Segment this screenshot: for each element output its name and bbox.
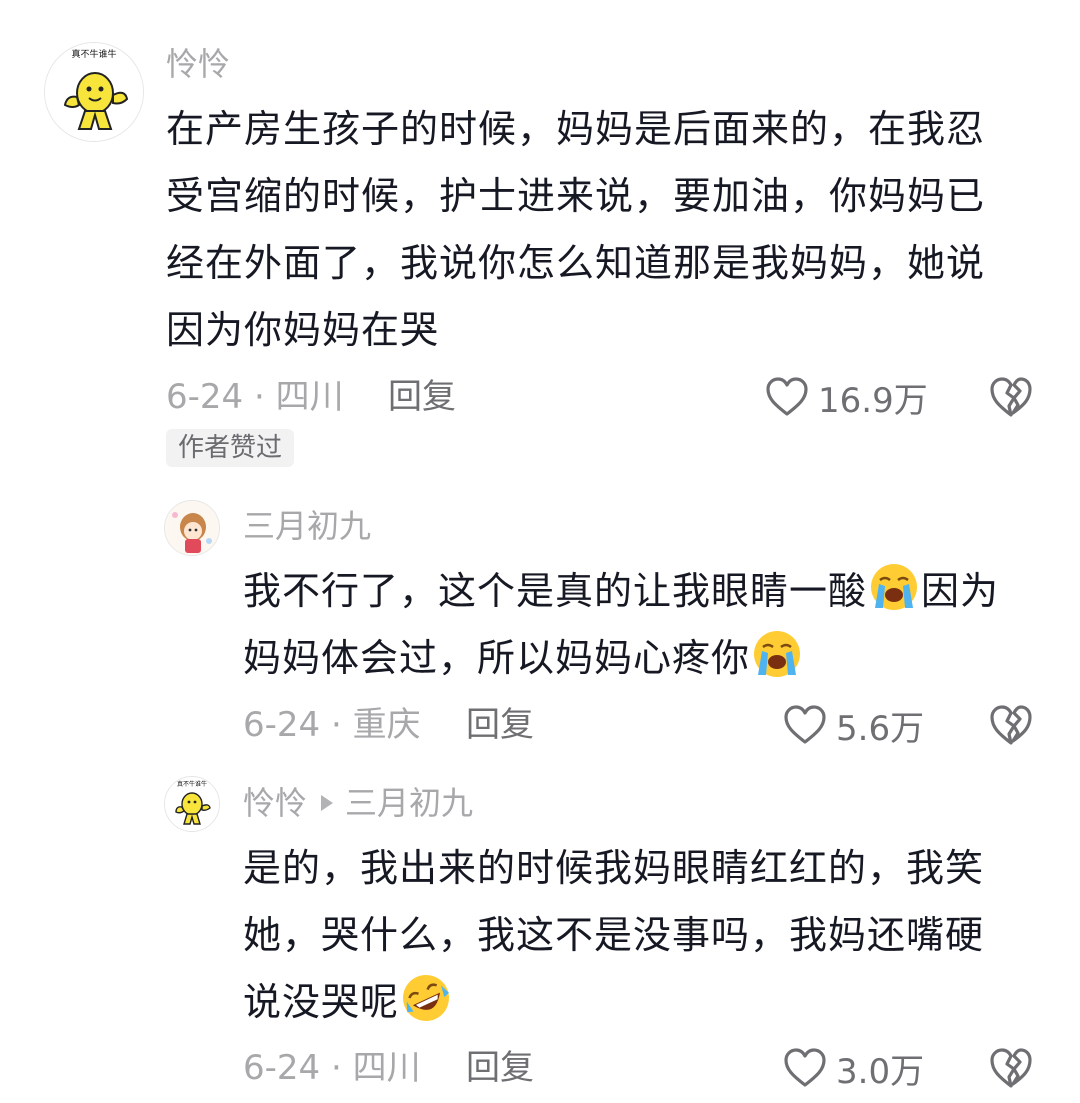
comment-segment: 妈妈体会过，所以妈妈心疼你 [243,636,751,680]
yellow-character-avatar: 真不牛谁牛 [45,43,143,141]
avatar[interactable]: 真不牛谁牛 [44,42,144,142]
comment-segment: 因为 [921,569,1000,613]
yellow-character-avatar: 真不牛谁牛 [165,777,219,831]
avatar-caption: 真不牛谁牛 [177,780,207,788]
dislike-button[interactable] [988,375,1034,419]
comment-line: 妈妈体会过，所以妈妈心疼你 [243,625,1053,692]
heart-outline-icon [784,705,826,744]
broken-heart-icon [990,1048,1032,1088]
like-count: 16.9万 [818,380,928,421]
comment-text: 在产房生孩子的时候，妈妈是后面来的，在我忍 受宫缩的时候，护士进来说，要加油，你… [166,96,1046,364]
username[interactable]: 三月初九 [243,506,371,546]
reply-button[interactable]: 回复 [466,1046,534,1090]
like-button[interactable]: 5.6万 [782,703,925,749]
avatar-caption: 真不牛谁牛 [71,48,116,60]
date-location: 6-24 · 四川 [243,1048,421,1088]
comment-line: 说没哭呢 [243,969,1043,1036]
broken-heart-icon [990,705,1032,745]
comment-line: 在产房生孩子的时候，妈妈是后面来的，在我忍 [166,107,986,151]
like-button[interactable]: 3.0万 [782,1046,925,1092]
reply-arrow-icon [321,795,334,811]
heart-outline-icon [766,377,808,416]
comment-line: 经在外面了，我说你怎么知道那是我妈妈，她说 [166,241,986,285]
avatar[interactable]: 真不牛谁牛 [164,776,220,832]
like-count: 5.6万 [836,708,925,749]
avatar[interactable] [164,500,220,556]
like-button[interactable]: 16.9万 [764,375,928,421]
comment-text: 我不行了，这个是真的让我眼睛一酸 因为 妈妈体会过，所以妈妈心疼你 [243,558,1053,692]
anime-girl-avatar [165,501,219,555]
comment-segment: 说没哭呢 [243,980,400,1024]
reply-to-username[interactable]: 三月初九 [345,784,473,822]
like-count: 3.0万 [836,1051,925,1092]
heart-outline-icon [784,1048,826,1087]
username[interactable]: 怜怜 [243,784,307,822]
comment-line: 因为你妈妈在哭 [166,308,440,352]
dislike-button[interactable] [988,703,1034,747]
comment-line: 她，哭什么，我这不是没事吗，我妈还嘴硬 [243,913,985,957]
comment-text: 是的，我出来的时候我妈眼睛红红的，我笑 她，哭什么，我这不是没事吗，我妈还嘴硬 … [243,835,1043,1036]
rolling-on-floor-laughing-emoji [403,975,450,1021]
broken-heart-icon [990,377,1032,417]
comment-segment: 我不行了，这个是真的让我眼睛一酸 [243,569,868,613]
reply-button[interactable]: 回复 [388,375,456,419]
loudly-crying-face-emoji [754,631,801,677]
author-liked-badge: 作者赞过 [166,429,295,467]
comment-line: 我不行了，这个是真的让我眼睛一酸 因为 [243,558,1053,625]
comment-line: 受宫缩的时候，护士进来说，要加油，你妈妈已 [166,174,986,218]
username-with-reply-target: 怜怜 三月初九 [243,783,473,823]
reply-button[interactable]: 回复 [466,703,534,747]
date-location: 6-24 · 重庆 [243,705,421,745]
loudly-crying-face-emoji [871,564,918,610]
date-location: 6-24 · 四川 [166,377,344,417]
dislike-button[interactable] [988,1046,1034,1090]
username[interactable]: 怜怜 [166,44,230,84]
comment-line: 是的，我出来的时候我妈眼睛红红的，我笑 [243,846,985,890]
